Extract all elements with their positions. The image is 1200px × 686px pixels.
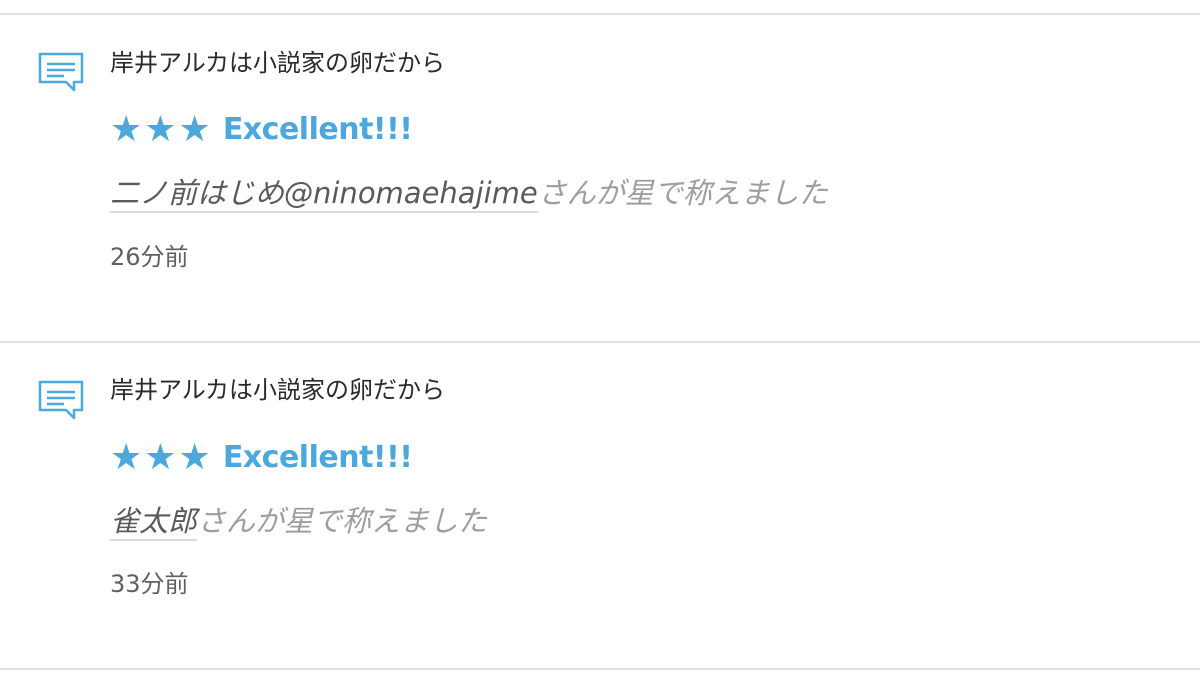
- work-title-link[interactable]: 岸井アルカは小説家の卵だから: [110, 47, 445, 79]
- star-rating: ★★★ Excellent!!!: [110, 436, 413, 480]
- user-link[interactable]: 二ノ前はじめ@ninomaehajime: [110, 176, 538, 213]
- praise-suffix: さんが星で称えました: [197, 504, 488, 538]
- praise-suffix: さんが星で称えました: [537, 176, 828, 210]
- notification-item[interactable]: 岸井アルカは小説家の卵だから ★★★ Excellent!!! 二ノ前はじめ@n…: [0, 15, 1200, 341]
- timestamp: 33分前: [110, 570, 189, 598]
- timestamp: 26分前: [110, 243, 189, 271]
- comment-icon: [38, 52, 84, 92]
- three-stars-icon: ★★★: [110, 437, 213, 478]
- work-title-link[interactable]: 岸井アルカは小説家の卵だから: [110, 374, 445, 406]
- praise-message: 雀太郎さんが星で称えました: [110, 501, 487, 541]
- rating-label: Excellent!!!: [222, 112, 413, 147]
- divider-bottom: [0, 668, 1200, 670]
- rating-label: Excellent!!!: [222, 440, 413, 475]
- star-rating: ★★★ Excellent!!!: [110, 108, 413, 152]
- praise-message: 二ノ前はじめ@ninomaehajimeさんが星で称えました: [110, 173, 828, 213]
- user-link[interactable]: 雀太郎: [110, 504, 198, 541]
- comment-icon: [38, 380, 84, 420]
- three-stars-icon: ★★★: [110, 109, 213, 150]
- notification-item[interactable]: 岸井アルカは小説家の卵だから ★★★ Excellent!!! 雀太郎さんが星で…: [0, 343, 1200, 669]
